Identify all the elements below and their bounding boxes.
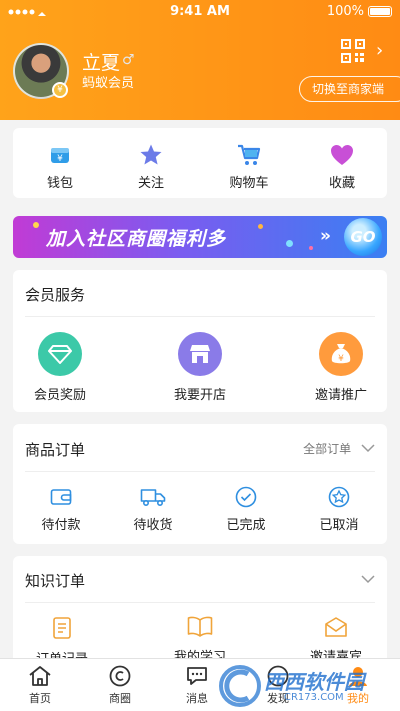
wallet-icon: ¥: [51, 148, 69, 164]
pending-delivery-button[interactable]: 待收货: [113, 484, 193, 533]
cancel-circle-icon: [328, 486, 350, 508]
chevron-down-icon: [361, 444, 375, 453]
check-circle-icon: [235, 486, 257, 508]
member-services-card: 会员服务 会员奖励 我要开店 ¥ 邀请推广: [13, 270, 387, 412]
member-badge-icon: ¥: [52, 82, 68, 98]
chevron-down-icon[interactable]: [361, 574, 375, 584]
divider: [25, 471, 375, 472]
circle-icon: [109, 665, 131, 687]
section-title-member-services: 会员服务: [25, 286, 86, 304]
tab-home[interactable]: 首页: [10, 663, 70, 706]
heart-icon: [331, 145, 353, 165]
battery-percent: 100%: [326, 4, 364, 19]
cart-button[interactable]: 购物车: [209, 142, 289, 191]
diamond-icon: [48, 345, 72, 364]
envelope-icon: [325, 617, 347, 637]
section-title-knowledge-orders: 知识订单: [25, 572, 86, 590]
double-chevron-icon: »: [320, 226, 331, 246]
watermark-url: CR173.COM: [284, 692, 344, 703]
community-promo-banner[interactable]: 加入社区商圈福利多 » GO: [13, 216, 387, 258]
money-bag-icon: ¥: [331, 344, 351, 364]
wallet-outline-icon: [50, 489, 72, 505]
gender-icon: ♂: [122, 52, 135, 68]
go-button[interactable]: GO: [344, 218, 382, 256]
shop-icon: [190, 345, 210, 363]
tab-business-circle[interactable]: 商圈: [90, 663, 150, 706]
profile-header: 9:41 AM 100% ¥ 立夏 ♂ 蚂蚁会员 › 切换至商家端: [0, 0, 400, 120]
svg-text:¥: ¥: [57, 154, 63, 164]
product-orders-card: 商品订单 全部订单 待付款 待收货 已完成 已取消: [13, 424, 387, 544]
star-icon: [140, 144, 162, 165]
completed-button[interactable]: 已完成: [206, 484, 286, 533]
follow-button[interactable]: 关注: [111, 142, 191, 191]
switch-to-merchant-button[interactable]: 切换至商家端: [299, 76, 400, 102]
svg-text:¥: ¥: [338, 354, 344, 364]
qr-code-icon[interactable]: [341, 39, 365, 63]
chevron-right-icon[interactable]: ›: [376, 40, 383, 61]
member-rewards-button[interactable]: 会员奖励: [15, 332, 105, 403]
all-orders-link[interactable]: 全部订单: [303, 440, 375, 457]
watermark-text: 西西软件园: [264, 670, 364, 694]
section-title-product-orders: 商品订单: [25, 441, 86, 459]
banner-title: 加入社区商圈福利多: [46, 228, 227, 250]
pending-payment-button[interactable]: 待付款: [21, 484, 101, 533]
wallet-button[interactable]: ¥ 钱包: [20, 142, 100, 191]
divider: [25, 316, 375, 317]
book-icon: [187, 616, 213, 637]
divider: [25, 602, 375, 603]
knowledge-orders-card: 知识订单 订单记录 我的学习 邀请嘉宾: [13, 556, 387, 667]
invite-promotion-button[interactable]: ¥ 邀请推广: [296, 332, 386, 403]
status-bar: 9:41 AM 100%: [0, 0, 400, 24]
cart-icon: [238, 144, 261, 165]
battery-icon: [368, 6, 392, 17]
open-shop-button[interactable]: 我要开店: [155, 332, 245, 403]
favorites-button[interactable]: 收藏: [302, 142, 382, 191]
cancelled-button[interactable]: 已取消: [299, 484, 379, 533]
document-icon: [53, 617, 71, 639]
message-icon: [187, 667, 207, 685]
quick-actions-card: ¥ 钱包 关注 购物车 收藏: [13, 128, 387, 198]
home-icon: [29, 666, 51, 686]
user-name: 立夏: [82, 52, 121, 74]
member-level: 蚂蚁会员: [82, 76, 135, 91]
truck-icon: [140, 489, 166, 507]
site-watermark: 西西软件园 CR173.COM: [218, 664, 398, 708]
